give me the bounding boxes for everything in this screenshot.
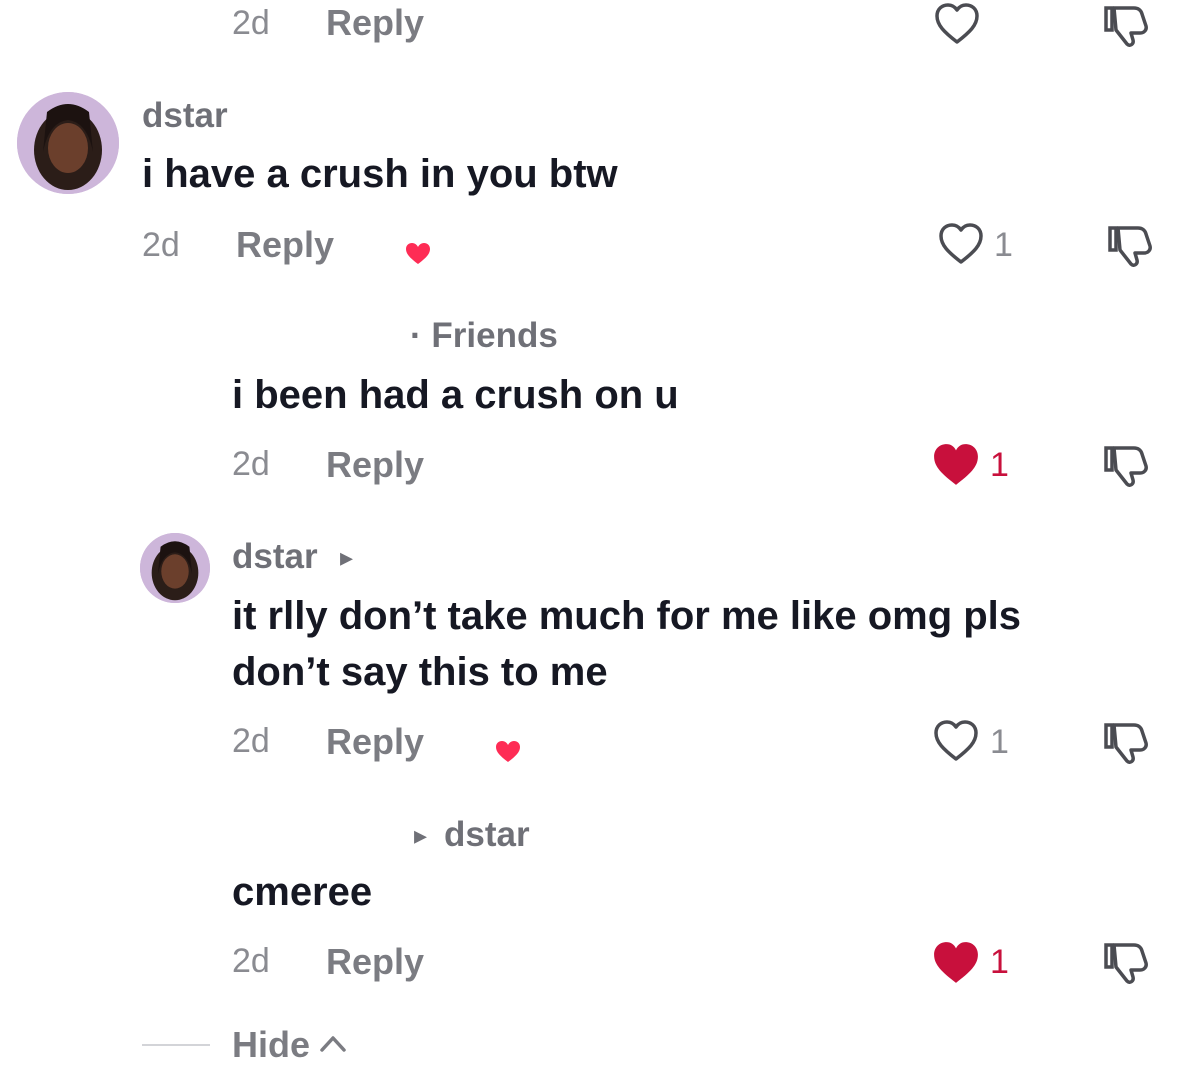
divider: [142, 1044, 210, 1046]
timestamp: 2d: [232, 722, 270, 760]
dislike-icon[interactable]: [1102, 444, 1150, 493]
heart-outline-icon[interactable]: [934, 2, 980, 51]
reply-to-username[interactable]: dstar: [444, 815, 530, 855]
username[interactable]: dstar: [142, 96, 228, 136]
comment-text: i have a crush in you btw: [142, 152, 618, 196]
friends-label: · Friends: [410, 316, 558, 355]
timestamp: 2d: [232, 942, 270, 980]
reply-button[interactable]: Reply: [326, 941, 424, 983]
avatar[interactable]: [140, 533, 210, 603]
chevron-up-icon[interactable]: [318, 1032, 348, 1059]
heart-outline-icon[interactable]: [933, 719, 979, 768]
username[interactable]: dstar: [232, 537, 318, 577]
like-count: 1: [990, 943, 1009, 981]
comment-text-line-2: don’t say this to me: [232, 650, 608, 694]
dislike-icon[interactable]: [1102, 721, 1150, 770]
play-triangle-icon: ▸: [414, 820, 428, 850]
comment-text-line-1: it rlly don’t take much for me like omg …: [232, 594, 1022, 638]
heart-filled-icon[interactable]: [932, 940, 980, 991]
hide-replies-button[interactable]: Hide: [232, 1024, 310, 1066]
comment-text: cmeree: [232, 870, 373, 914]
timestamp: 2d: [232, 4, 270, 42]
creator-liked-heart-icon: [404, 238, 432, 273]
timestamp: 2d: [232, 445, 270, 483]
redacted-username: [232, 818, 402, 858]
dislike-icon[interactable]: [1102, 4, 1150, 53]
like-count: 1: [994, 226, 1013, 264]
comment-text: i been had a crush on u: [232, 373, 679, 417]
reply-button[interactable]: Reply: [326, 721, 424, 763]
like-count: 1: [990, 446, 1009, 484]
redacted-username: [232, 318, 402, 358]
dislike-icon[interactable]: [1106, 224, 1154, 273]
like-count: 1: [990, 723, 1009, 761]
reply-button[interactable]: Reply: [326, 2, 424, 44]
reply-button[interactable]: Reply: [326, 444, 424, 486]
timestamp: 2d: [142, 226, 180, 264]
creator-liked-heart-icon: [494, 736, 522, 771]
dislike-icon[interactable]: [1102, 941, 1150, 990]
avatar[interactable]: [17, 92, 119, 194]
heart-filled-icon[interactable]: [932, 442, 980, 493]
reply-button[interactable]: Reply: [236, 224, 334, 266]
heart-outline-icon[interactable]: [938, 222, 984, 271]
play-triangle-icon: ▸: [340, 542, 354, 572]
